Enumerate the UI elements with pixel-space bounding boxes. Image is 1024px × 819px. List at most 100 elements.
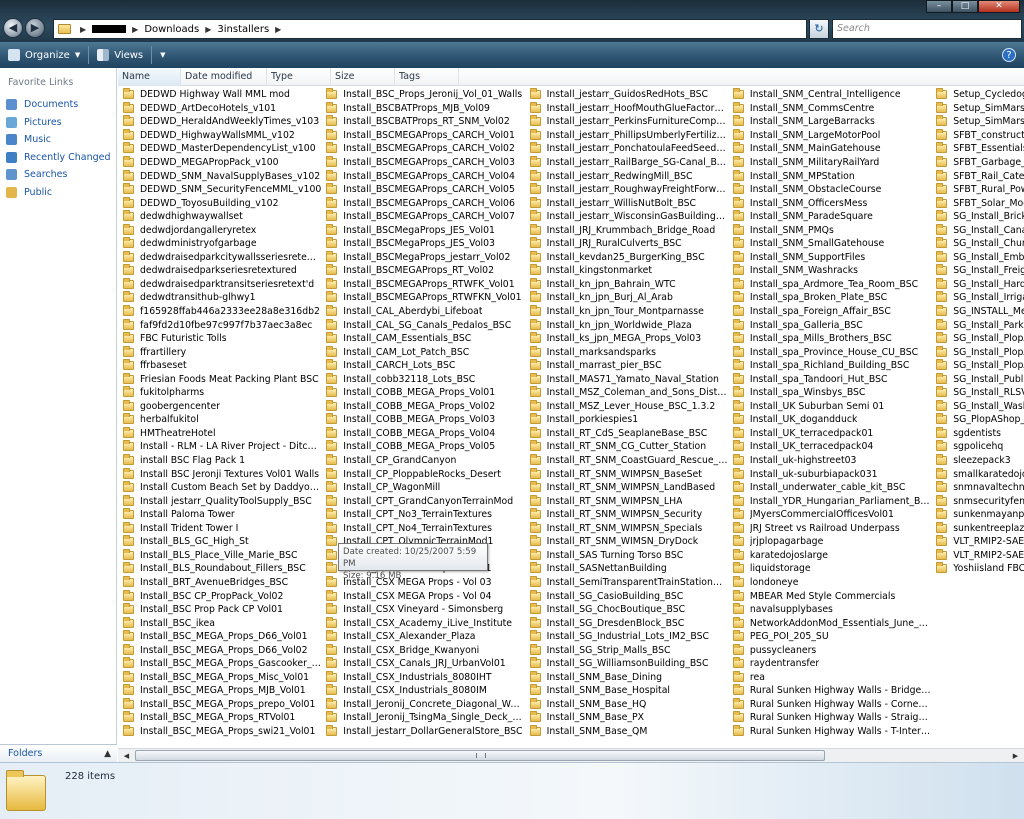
nav-item[interactable]: Music [0,131,116,149]
list-item[interactable]: Install_Jeronij_TsingMa_Single_Deck_Brid… [321,711,525,725]
list-item[interactable]: sunkentreeplaza [931,521,1024,536]
list-item[interactable]: Install_MSZ_Lever_House_BSC_1.3.2 [525,399,728,414]
minimize-button[interactable]: – [926,0,952,13]
list-item[interactable]: Install_BSC_MEGA_Props_MJB_Vol01 [118,684,321,698]
list-item[interactable]: Install Trident Tower I [118,521,321,536]
list-item[interactable]: Install_RT_SNM_CoastGuard_Rescue_Station [525,454,728,468]
list-item[interactable]: Install_CARCH_Lots_BSC [321,359,524,373]
list-item[interactable]: Install_SNM_Base_PX [525,711,728,725]
list-item[interactable]: Install_BSC_MEGA_Props_prepo_Vol01 [118,697,321,712]
list-item[interactable]: Install_SNM_LargeMotorPool [728,128,931,143]
list-item[interactable]: Install_BLS_Place_Ville_Marie_BSC [118,548,321,563]
list-item[interactable]: SG_Install_Church [931,237,1024,251]
list-item[interactable]: Install_BSC_ikea [118,616,321,630]
forward-button[interactable]: ▶ [25,18,45,38]
list-item[interactable]: Install_CAM_Essentials_BSC [321,332,524,346]
list-item[interactable]: DEDWD_MEGAPropPack_v100 [118,156,321,170]
maximize-button[interactable]: □ [952,0,978,13]
list-item[interactable]: Rural Sunken Highway Walls - Corners & .… [728,697,931,712]
list-item[interactable]: f165928ffab446a2333ee28a8e316db2 [118,305,321,319]
nav-item[interactable]: Public [0,184,116,202]
chevron-right-icon[interactable]: ▶ [205,25,211,34]
list-item[interactable]: Install_jestarr_RedwingMill_BSC [525,169,728,183]
list-item[interactable]: navalsupplybases [728,603,931,617]
list-item[interactable]: snmnavaltechnica [931,481,1024,495]
list-item[interactable]: SG_Install_Embass [931,250,1024,265]
scroll-right-icon[interactable]: ▶ [1009,750,1022,762]
list-item[interactable]: Install_jestarr_WisconsinGasBuilding_BSC [525,210,728,224]
list-item[interactable]: Install_SemiTransparentTrainStationModel… [525,575,728,590]
list-item[interactable]: Install_BSCMEGAProps_RTWFKN_Vol01 [321,291,524,305]
list-item[interactable]: Install_BSCBATProps_RT_SNM_Vol02 [321,115,524,129]
list-item[interactable]: rea [728,670,931,685]
list-item[interactable]: Install_CSX Vineyard - Simonsberg [321,603,524,617]
list-item[interactable]: Install_SNM_MilitaryRailYard [728,156,931,170]
list-item[interactable]: Install_JRJ_Krummbach_Bridge_Road [525,223,728,237]
list-item[interactable]: Install_UK Suburban Semi 01 [728,399,931,414]
refresh-button[interactable]: ↻ [809,19,829,39]
list-item[interactable]: Install_spa_Winsbys_BSC [728,386,931,400]
list-item[interactable]: Install_spa_Galleria_BSC [728,318,931,332]
list-item[interactable]: Install_BSCMEGAProps_CARCH_Vol02 [321,142,524,156]
list-item[interactable]: Install_RT_SNM_WIMPSN_LandBased [525,481,728,495]
list-item[interactable]: jrjplopagarbage [728,535,931,549]
list-item[interactable]: Install_COBB_MEGA_Props_Vol02 [321,399,524,414]
list-item[interactable]: Install_RT_SNM_CG_Cutter_Station [525,440,728,454]
list-item[interactable]: Install_BSC CP_PropPack_Vol02 [118,589,321,603]
list-item[interactable]: Install_SNM_ObstacleCourse [728,183,931,197]
list-item[interactable]: Install_uk-suburbiapack031 [728,467,931,481]
list-item[interactable]: Install_cobb32118_Lots_BSC [321,372,524,386]
list-item[interactable]: Install_SG_DresdenBlock_BSC [525,616,728,630]
list-item[interactable]: PEG_POI_205_SU [728,630,931,644]
list-item[interactable]: SFBT_Solar_Modu [931,196,1024,210]
list-item[interactable]: Install_spa_Mills_Brothers_BSC [728,332,931,346]
list-item[interactable]: Install_kn_jpn_Bahrain_WTC [525,277,728,292]
list-item[interactable]: sgdentists [931,426,1024,441]
list-item[interactable]: faf9fd2d10fbe97c997f7b37aec3a8ec [118,318,321,332]
list-item[interactable]: SFBT_Garbage_Shi [931,156,1024,170]
list-item[interactable]: Install_BSCMEGAProps_CARCH_Vol07 [321,210,524,224]
list-item[interactable]: Install_BLS_GC_High_St [118,535,321,549]
list-item[interactable]: Install_MSZ_Coleman_and_Sons_Distributo.… [525,386,728,400]
list-item[interactable]: Install_CAL_Aberdybi_Lifeboat [321,305,524,319]
nav-item[interactable]: Searches [0,166,116,184]
list-item[interactable]: Install_jestarr_PerkinsFurnitureCompany_… [525,115,728,129]
breadcrumb-3installers[interactable]: 3installers [217,24,269,35]
list-item[interactable]: SG_Install_PlopASI [931,345,1024,359]
list-item[interactable]: Install_BSCMegaProps_jestarr_Vol02 [321,250,524,265]
list-item[interactable]: Install_BSCMEGAProps_CARCH_Vol04 [321,169,524,183]
list-item[interactable]: HMTheatreHotel [118,426,321,441]
column-header-tags[interactable]: Tags [395,68,459,86]
list-item[interactable]: Install_CAL_SG_Canals_Pedalos_BSC [321,318,524,332]
list-item[interactable]: sunkenmayanplaz [931,508,1024,522]
list-item[interactable]: dedwdjordangalleryretex [118,223,321,237]
list-item[interactable]: dedwdraisedparktransitseriesretext'd [118,277,321,292]
list-item[interactable]: Install_YDR_Hungarian_Parliament_BSC [728,494,931,508]
list-item[interactable]: Install_SNM_Base_Hospital [525,684,728,698]
list-item[interactable]: Install_SNM_MPStation [728,169,931,183]
column-header-name[interactable]: Name [118,68,181,86]
breadcrumb-downloads[interactable]: Downloads [144,24,199,35]
help-icon[interactable]: ? [1002,48,1016,62]
list-item[interactable]: Install_COBB_MEGA_Props_Vol04 [321,426,524,441]
list-item[interactable]: Install_SNM_Base_QM [525,724,728,739]
list-item[interactable]: JRJ Street vs Railroad Underpass [728,521,931,536]
list-item[interactable]: Install_CSX MEGA Props - Vol 04 [321,589,524,603]
list-item[interactable]: MBEAR Med Style Commercials [728,589,931,603]
list-item[interactable]: DEDWD_HighwayWallsMML_v102 [118,128,321,143]
list-item[interactable]: FBC Futuristic Tolls [118,332,321,346]
list-item[interactable]: Install_BSCMEGAProps_CARCH_Vol05 [321,183,524,197]
list-item[interactable]: SFBT_Essentials_A [931,142,1024,156]
list-item[interactable]: Install_CPT_GrandCanyonTerrainMod [321,494,524,508]
list-item[interactable]: Install_SG_CasioBuilding_BSC [525,589,728,603]
list-item[interactable]: Install_Jeronij_Concrete_Diagonal_Walls_… [321,697,525,712]
list-item[interactable]: Install_SNM_CommsCentre [728,101,931,116]
list-item[interactable]: SG_Install_Public P [931,372,1024,386]
list-item[interactable]: Install_CPT_No3_TerrainTextures [321,508,524,522]
list-item[interactable]: Install Custom Beach Set by Daddyo117272 [118,481,321,495]
list-item[interactable]: Install jestarr_QualityToolSupply_BSC [118,494,321,508]
list-item[interactable]: Install_jestarr_RailBarge_SG-Canal_BSC [525,156,728,170]
list-item[interactable]: Install_SNM_LargeBarracks [728,115,931,129]
list-item[interactable]: sgpolicehq [931,440,1024,454]
list-item[interactable]: SG_Install_Hardun [931,277,1024,292]
